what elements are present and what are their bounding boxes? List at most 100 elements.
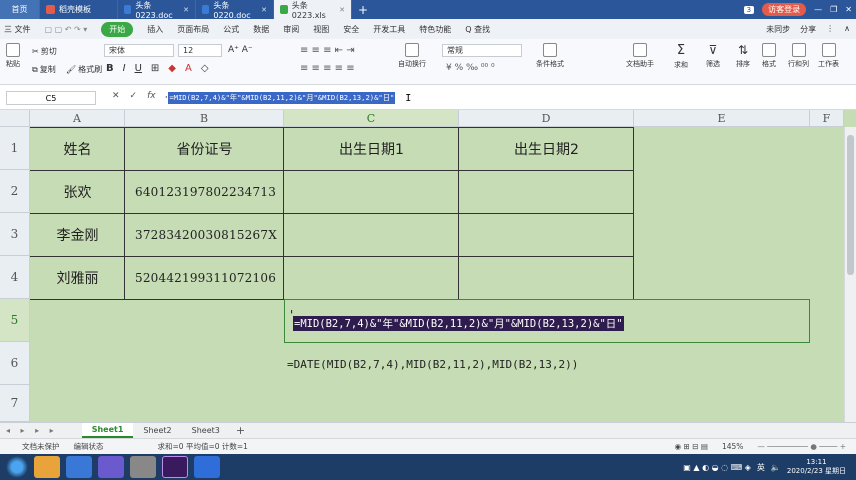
- taskbar-app-tool[interactable]: [130, 456, 156, 478]
- row-col-button[interactable]: 行和列: [788, 43, 809, 69]
- col-header-c[interactable]: C: [284, 110, 459, 127]
- bold-icon[interactable]: B: [106, 63, 114, 74]
- close-icon[interactable]: ✕: [261, 6, 267, 14]
- number-format-buttons[interactable]: ¥ % ‰ ⁰⁰ ⁰: [446, 63, 495, 73]
- row-header-2[interactable]: 2: [0, 170, 30, 213]
- cell-c1[interactable]: 出生日期1: [284, 127, 459, 170]
- format-painter-button[interactable]: 🖌 格式刷: [66, 64, 102, 75]
- conditional-format-button[interactable]: 条件格式: [536, 43, 564, 69]
- tab-page-layout[interactable]: 页面布局: [177, 24, 209, 35]
- paste-button[interactable]: 粘贴: [6, 43, 20, 69]
- copy-button[interactable]: ⧉ 复制: [32, 64, 56, 75]
- clock[interactable]: 13:11 2020/2/23 星期日: [787, 458, 846, 476]
- tab-data[interactable]: 数据: [253, 24, 269, 35]
- tab-doc-0220[interactable]: 头条0220.doc ✕: [196, 0, 274, 20]
- view-mode-icons[interactable]: ◉ ⊞ ⊟ ▤: [675, 442, 708, 451]
- worksheet-button[interactable]: 工作表: [818, 43, 839, 69]
- collapse-icon[interactable]: ∧: [844, 24, 850, 35]
- cell-a3[interactable]: 李金刚: [30, 213, 125, 256]
- cancel-icon[interactable]: ✕: [112, 91, 120, 101]
- taskbar-app-feather[interactable]: [98, 456, 124, 478]
- align-top-buttons[interactable]: ≡ ≡ ≡ ⇤ ⇥: [300, 45, 355, 56]
- sync-status[interactable]: 未同步: [766, 24, 790, 35]
- scroll-thumb[interactable]: [847, 135, 854, 275]
- new-tab-button[interactable]: +: [352, 3, 374, 17]
- active-cell-c5[interactable]: ' =MID(B2,7,4)&"年"&MID(B2,11,2)&"月"&MID(…: [284, 299, 810, 343]
- formula-input[interactable]: ' =MID(B2,7,4)&"年"&MID(B2,11,2)&"月"&MID(B…: [164, 92, 411, 104]
- border-icon[interactable]: ⊞: [151, 63, 159, 74]
- close-window-icon[interactable]: ✕: [845, 5, 852, 14]
- taskbar-app-premiere[interactable]: [162, 456, 188, 478]
- sheet-tab-3[interactable]: Sheet3: [182, 423, 230, 438]
- font-color-icon[interactable]: A: [185, 63, 192, 74]
- share-button[interactable]: 分享: [800, 24, 816, 35]
- close-icon[interactable]: ✕: [183, 6, 189, 14]
- cut-button[interactable]: ✂ 剪切: [32, 46, 57, 57]
- window-count-badge[interactable]: 3: [743, 5, 755, 14]
- taskbar-app-browser[interactable]: [34, 456, 60, 478]
- taskbar-app-wps[interactable]: [194, 456, 220, 478]
- tab-review[interactable]: 审阅: [283, 24, 299, 35]
- row-header-6[interactable]: 6: [0, 342, 30, 385]
- tab-formulas[interactable]: 公式: [223, 24, 239, 35]
- restore-icon[interactable]: ❐: [830, 5, 837, 14]
- tab-security[interactable]: 安全: [343, 24, 359, 35]
- cell-d1[interactable]: 出生日期2: [459, 127, 634, 170]
- number-format-select[interactable]: 常规: [442, 44, 522, 57]
- sort-button[interactable]: ⇅ 排序: [736, 43, 750, 69]
- underline-icon[interactable]: U: [135, 63, 142, 74]
- tab-insert[interactable]: 插入: [147, 24, 163, 35]
- col-header-f[interactable]: F: [810, 110, 844, 127]
- row-header-3[interactable]: 3: [0, 213, 30, 256]
- spreadsheet-grid[interactable]: A B C D E F 1 2 3 4 5 6 7 姓名 省份证号 出生日期1 …: [0, 110, 856, 422]
- font-select[interactable]: 宋体: [104, 44, 174, 57]
- col-header-a[interactable]: A: [30, 110, 125, 127]
- col-header-d[interactable]: D: [459, 110, 634, 127]
- tab-doc-0223[interactable]: 头条0223.doc ✕: [118, 0, 196, 20]
- row-header-5[interactable]: 5: [0, 299, 30, 342]
- wrap-text-button[interactable]: 自动换行: [398, 43, 426, 69]
- zoom-slider[interactable]: — ───────── ● ──── +: [757, 442, 856, 451]
- taskbar-app-cloud[interactable]: [66, 456, 92, 478]
- tab-start[interactable]: 开始: [101, 21, 134, 37]
- cell-b2[interactable]: 640123197802234713: [125, 170, 284, 213]
- fill-color-icon[interactable]: ◆: [168, 63, 176, 74]
- add-sheet-button[interactable]: +: [230, 424, 251, 437]
- tab-view[interactable]: 视图: [313, 24, 329, 35]
- col-header-e[interactable]: E: [634, 110, 810, 127]
- doc-assistant-button[interactable]: 文档助手: [626, 43, 654, 69]
- search-menu[interactable]: Q 查找: [465, 24, 490, 35]
- tab-xls-0223[interactable]: 头条0223.xls ✕: [274, 0, 352, 20]
- cell-c6[interactable]: =DATE(MID(B2,7,4),MID(B2,11,2),MID(B2,13…: [287, 358, 578, 371]
- start-button[interactable]: [6, 456, 28, 478]
- sheet-tab-1[interactable]: Sheet1: [81, 423, 134, 438]
- more-icon[interactable]: ⋮: [826, 24, 834, 35]
- italic-icon[interactable]: I: [123, 63, 126, 74]
- file-menu[interactable]: 三 文件: [4, 24, 31, 35]
- tab-docer-template[interactable]: 稻壳模板: [40, 0, 118, 19]
- confirm-icon[interactable]: ✓: [130, 91, 138, 101]
- close-icon[interactable]: ✕: [339, 6, 345, 14]
- row-header-4[interactable]: 4: [0, 256, 30, 299]
- cell-a4[interactable]: 刘雅丽: [30, 256, 125, 299]
- row-header-7[interactable]: 7: [0, 385, 30, 422]
- volume-icon[interactable]: 🔈: [771, 463, 781, 472]
- cell-b4[interactable]: 520442199311072106: [125, 256, 284, 299]
- cell-b3[interactable]: 37283420030815267X: [125, 213, 284, 256]
- cell-a1[interactable]: 姓名: [30, 127, 125, 170]
- cell-a2[interactable]: 张欢: [30, 170, 125, 213]
- select-all-corner[interactable]: [0, 110, 30, 127]
- row-header-1[interactable]: 1: [0, 127, 30, 170]
- vertical-scrollbar[interactable]: [844, 127, 856, 422]
- fx-icon[interactable]: fx: [147, 91, 156, 101]
- col-header-b[interactable]: B: [125, 110, 284, 127]
- quick-access-icons[interactable]: ▢ ▢ ↶ ↷ ▾: [45, 25, 88, 34]
- font-style-buttons[interactable]: B I U ⊞ ◆ A ◇: [106, 63, 209, 74]
- sum-button[interactable]: Σ 求和: [674, 43, 688, 70]
- zoom-level[interactable]: 145%: [722, 442, 743, 451]
- sheet-nav-arrows[interactable]: ◂ ▸ ▸ ▸: [0, 426, 64, 435]
- cell-b1[interactable]: 省份证号: [125, 127, 284, 170]
- tray-icons[interactable]: ▣ ▲ ◐ ◒ ◌ ⌨ ◈: [683, 463, 751, 472]
- font-size-select[interactable]: 12: [178, 44, 222, 57]
- guest-login-button[interactable]: 访客登录: [762, 3, 807, 16]
